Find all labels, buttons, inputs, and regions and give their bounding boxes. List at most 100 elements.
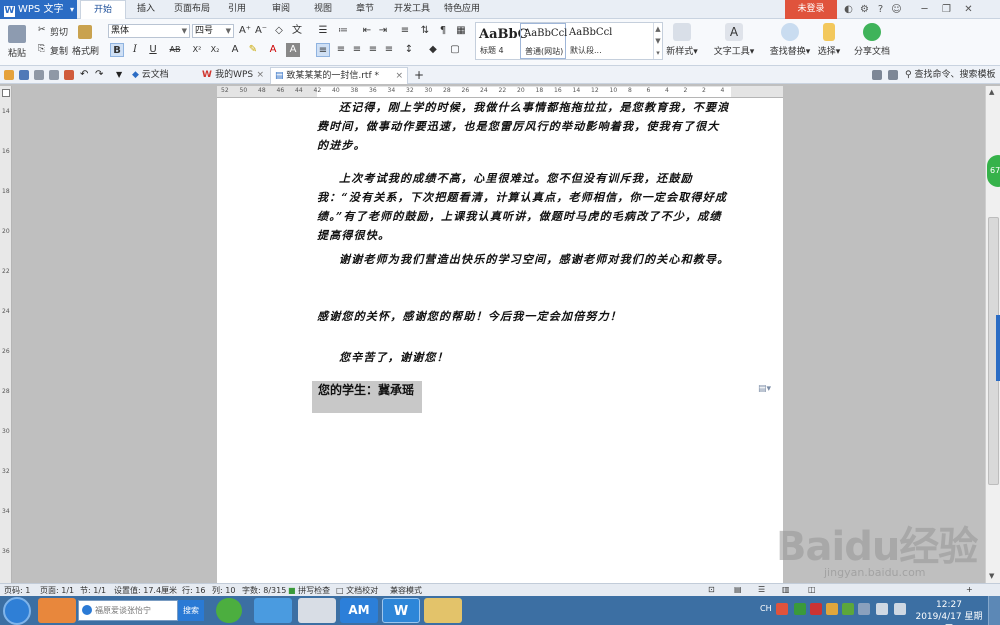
font-name-select[interactable]: 黑体 ▼	[108, 24, 190, 38]
view-icon[interactable]: ⊡	[708, 585, 715, 594]
shading-icon[interactable]: ◆	[426, 43, 440, 57]
clock[interactable]: 12:27 2019/4/17 星期三	[915, 599, 983, 625]
help-icon[interactable]: ?	[874, 3, 887, 16]
outline-view-icon[interactable]: ▥	[782, 585, 790, 594]
tray-icon[interactable]	[842, 603, 854, 615]
increase-indent-icon[interactable]: ⇥	[376, 24, 390, 38]
bullet-list-icon[interactable]: ☰	[316, 24, 330, 38]
print-preview-icon[interactable]	[34, 70, 44, 80]
bold-button[interactable]: B	[110, 43, 124, 57]
ime-indicator[interactable]: CH	[760, 604, 772, 613]
paste-icon[interactable]	[8, 25, 26, 43]
tab-cloud-docs[interactable]: ◆ 云文档	[128, 67, 196, 84]
underline-button[interactable]: U	[146, 43, 160, 57]
tray-icon[interactable]	[776, 603, 788, 615]
copy-icon[interactable]: ⎘	[38, 44, 45, 54]
border-icon[interactable]: ▢	[448, 43, 462, 57]
cut-button[interactable]: 剪切	[50, 25, 68, 38]
tab-page-layout[interactable]: 页面布局	[168, 0, 216, 19]
align-left-icon[interactable]: ≡	[316, 43, 330, 57]
proofread-button[interactable]: □ 文档校对	[336, 585, 378, 596]
signature-line[interactable]: 您的学生：冀承瑶	[312, 381, 422, 413]
format-painter-icon[interactable]	[78, 25, 92, 39]
tray-icon[interactable]	[794, 603, 806, 615]
char-shading-icon[interactable]: A	[286, 43, 300, 57]
scissors-icon[interactable]: ✂	[38, 25, 46, 35]
show-desktop-button[interactable]	[988, 596, 1000, 625]
document-page[interactable]: 还记得，刚上学的时候，我做什么事情都拖拖拉拉，是您教育我，不要浪费时间，做事动作…	[217, 98, 783, 583]
feedback-icon[interactable]: ☺	[890, 3, 903, 16]
save-icon[interactable]	[19, 70, 29, 80]
tab-view[interactable]: 视图	[306, 0, 340, 19]
highlight-icon[interactable]: ✎	[246, 43, 260, 57]
export-pdf-icon[interactable]	[64, 70, 74, 80]
restore-icon[interactable]: ❐	[940, 3, 953, 16]
taskbar-search-button[interactable]: 搜索	[178, 600, 204, 621]
justify-icon[interactable]: ≡	[366, 43, 380, 57]
decrease-indent-icon[interactable]: ⇤	[360, 24, 374, 38]
paste-options-icon[interactable]: ▤▾	[758, 384, 772, 396]
find-replace-button[interactable]: 查找替换▾	[766, 23, 814, 57]
table-icon[interactable]: ▦	[454, 24, 468, 38]
scroll-up-icon[interactable]: ▲	[989, 88, 994, 96]
redo-icon[interactable]: ↷	[95, 70, 105, 80]
new-style-button[interactable]: 新样式▾	[666, 23, 698, 57]
tab-developer[interactable]: 开发工具	[390, 0, 434, 19]
align-right-icon[interactable]: ≡	[350, 43, 364, 57]
tab-insert[interactable]: 插入	[128, 0, 164, 19]
taskbar-folder-icon[interactable]	[424, 598, 462, 623]
skin-icon[interactable]: ◐	[842, 3, 855, 16]
close-icon[interactable]: ×	[256, 67, 264, 83]
start-button[interactable]	[3, 597, 31, 625]
tab-references[interactable]: 引用	[220, 0, 254, 19]
search-command-box[interactable]: ⚲ 查找命令、搜索模板	[905, 67, 995, 84]
style-default-paragraph[interactable]: AaBbCcl 默认段...	[566, 23, 652, 59]
tab-features[interactable]: 特色应用	[440, 0, 484, 19]
distribute-icon[interactable]: ≡	[382, 43, 396, 57]
taskbar-app-icon[interactable]: AM	[340, 598, 378, 623]
tray-icon[interactable]	[826, 603, 838, 615]
chevron-down-icon[interactable]: ▼	[116, 70, 126, 80]
page-view-icon[interactable]: ☰	[758, 585, 765, 594]
taskbar-search-input[interactable]: 福原爱谈张怡宁	[78, 600, 178, 621]
grow-font-icon[interactable]: A⁺	[238, 24, 252, 38]
italic-button[interactable]: I	[128, 43, 142, 57]
show-marks-icon[interactable]: ¶	[436, 24, 450, 38]
align-center-icon[interactable]: ≡	[334, 43, 348, 57]
layout-icon[interactable]	[888, 70, 898, 80]
strikethrough-button[interactable]: AB	[166, 43, 184, 57]
taskbar-app-icon[interactable]	[298, 598, 336, 623]
tab-document[interactable]: ▤ 致某某某的一封信.rtf * ×	[270, 67, 408, 84]
body-paragraph-5[interactable]: 您辛苦了，谢谢您！	[317, 348, 731, 367]
style-heading4[interactable]: AaBbC 标题 4	[476, 23, 528, 59]
style-scroll[interactable]: ▲ ▼ ▾	[653, 23, 662, 59]
copy-button[interactable]: 复制	[50, 44, 68, 57]
tab-review[interactable]: 审阅	[264, 0, 298, 19]
read-view-icon[interactable]: ▤	[734, 585, 742, 594]
ruler-corner[interactable]	[2, 89, 10, 97]
subscript-button[interactable]: X₂	[208, 43, 222, 57]
open-icon[interactable]	[4, 70, 14, 80]
paste-button[interactable]: 粘贴	[8, 46, 26, 59]
status-words[interactable]: 字数: 8/315	[242, 585, 286, 596]
tab-chapter[interactable]: 章节	[348, 0, 382, 19]
floating-badge[interactable]: 67	[987, 155, 1000, 187]
numbered-list-icon[interactable]: ≔	[336, 24, 350, 38]
body-paragraph-1[interactable]: 还记得，刚上学的时候，我做什么事情都拖拖拉拉，是您教育我，不要浪费时间，做事动作…	[317, 98, 731, 155]
web-view-icon[interactable]: ◫	[808, 585, 816, 594]
text-effect-icon[interactable]: A	[228, 43, 242, 57]
line-spacing-icon[interactable]: ↕	[402, 43, 416, 57]
sort-icon[interactable]: ⇅	[418, 24, 432, 38]
login-button[interactable]: 未登录	[785, 0, 837, 19]
chinese-layout-icon[interactable]: ≡	[398, 24, 412, 38]
phonetic-icon[interactable]: 文	[290, 24, 304, 38]
layout-icon[interactable]	[872, 70, 882, 80]
font-color-icon[interactable]: A	[266, 43, 280, 57]
select-button[interactable]: 选择▾	[814, 23, 844, 57]
app-menu-button[interactable]: W WPS 文字 ▾	[0, 0, 77, 19]
text-tools-button[interactable]: A 文字工具▾	[712, 23, 756, 57]
taskbar-app-icon[interactable]	[38, 598, 76, 623]
style-normal-web[interactable]: AaBbCcl 普通(网站)	[520, 23, 567, 59]
minimize-icon[interactable]: ─	[918, 3, 931, 16]
tab-home[interactable]: 开始	[80, 0, 126, 19]
